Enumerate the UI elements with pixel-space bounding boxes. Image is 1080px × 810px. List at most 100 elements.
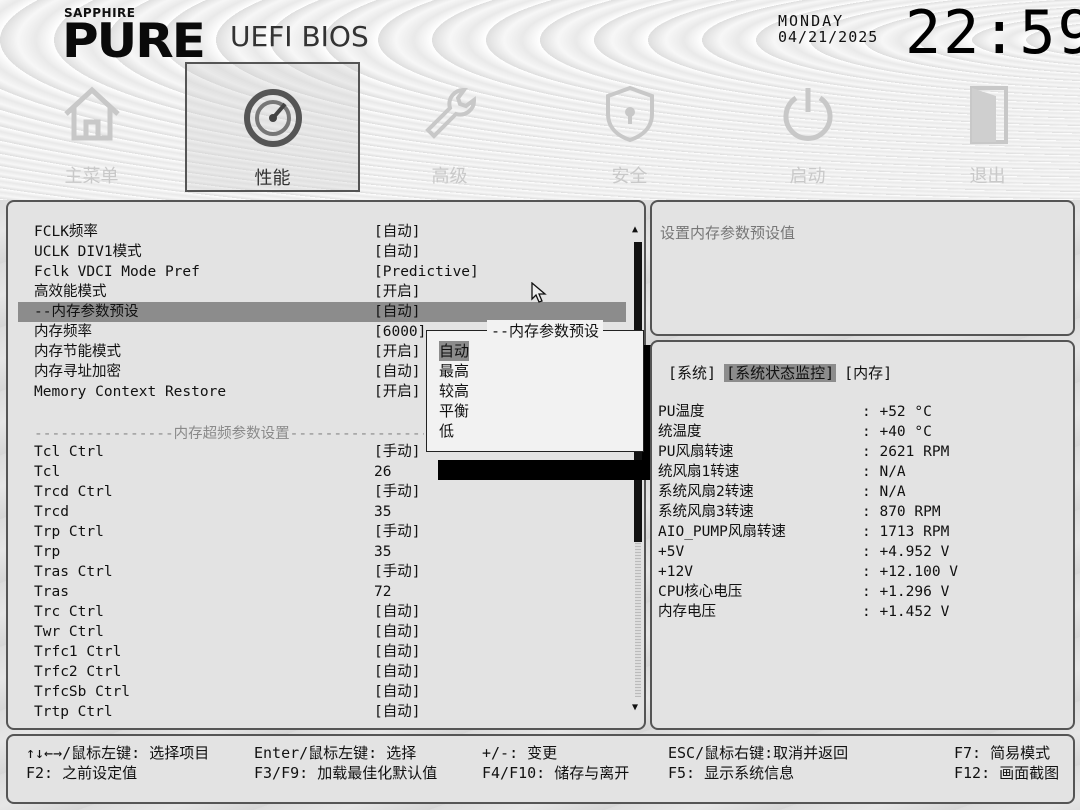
setting-label: UCLK DIV1模式 <box>34 244 142 260</box>
setting-label: Twr Ctrl <box>34 624 104 640</box>
scroll-up-arrow-icon[interactable]: ▲ <box>632 224 638 235</box>
setting-value: [手动] <box>374 444 421 460</box>
monitor-value: : +1.296 V <box>862 584 950 600</box>
home-icon <box>63 86 120 141</box>
setting-value: [6000] <box>374 324 427 340</box>
power-icon <box>783 88 832 141</box>
setting-value: [自动] <box>374 644 421 660</box>
setting-label: Trfc2 Ctrl <box>34 664 122 680</box>
help-text: 设置内存参数预设值 <box>660 224 796 242</box>
section-separator: ----------------内存超频参数设置---------------- <box>34 426 424 442</box>
brand-logo: PURE <box>62 13 206 69</box>
setting-label: FCLK频率 <box>34 224 98 240</box>
setting-value: [开启] <box>374 284 421 300</box>
setting-label: --内存参数预设 <box>34 304 139 320</box>
monitor-value: : 2621 RPM <box>862 444 950 460</box>
setting-label: 内存寻址加密 <box>34 364 121 380</box>
popup-title: --内存参数预设 <box>487 320 604 341</box>
hint-escape: ESC/鼠标右键:取消并返回 <box>668 744 849 762</box>
setting-label: 高效能模式 <box>34 284 107 300</box>
setting-label: 内存节能模式 <box>34 344 121 360</box>
monitor-label: 内存电压 <box>658 604 716 620</box>
clock-time: 22:59 <box>905 0 1080 68</box>
setting-label: Trc Ctrl <box>34 604 104 620</box>
setting-row-selected[interactable]: --内存参数预设 [自动] <box>18 302 626 322</box>
popup-option[interactable]: 最高 <box>439 361 469 381</box>
setting-label: Trfc1 Ctrl <box>34 644 122 660</box>
hint-screenshot: F12: 画面截图 <box>954 764 1060 782</box>
setting-label: Fclk VDCI Mode Pref <box>34 264 200 280</box>
setting-value: 35 <box>374 544 392 560</box>
monitor-value: : +40 °C <box>862 424 932 440</box>
monitor-label: 统风扇1转速 <box>658 464 740 480</box>
monitor-value: : N/A <box>862 484 906 500</box>
popup-option[interactable]: 自动 <box>439 341 470 361</box>
monitor-tab-system[interactable]: [系统] <box>668 364 716 382</box>
tab-label: 退出 <box>969 166 1006 187</box>
monitor-label: +5V <box>658 544 685 560</box>
setting-value: [自动] <box>374 624 421 640</box>
tab-security[interactable]: 安全 <box>542 62 717 192</box>
hint-save-exit: F4/F10: 储存与离开 <box>482 764 630 782</box>
monitor-value: : +4.952 V <box>862 544 950 560</box>
monitor-label: +12V <box>658 564 693 580</box>
popup-option[interactable]: 低 <box>439 421 454 441</box>
monitor-label: PU温度 <box>658 404 705 420</box>
hint-navigate: ↑↓←→/鼠标左键: 选择项目 <box>26 744 210 762</box>
setting-value: [自动] <box>374 364 421 380</box>
gauge-icon <box>243 89 302 147</box>
setting-value: 35 <box>374 504 392 520</box>
mouse-cursor-icon <box>531 282 547 303</box>
setting-value: 72 <box>374 584 392 600</box>
tab-exit[interactable]: 退出 <box>900 62 1075 192</box>
monitor-label: 系统风扇2转速 <box>658 484 754 500</box>
tab-label: 性能 <box>254 168 291 189</box>
setting-label: Tcl Ctrl <box>34 444 104 460</box>
help-panel: 设置内存参数预设值 <box>650 200 1075 336</box>
monitor-value: : +1.452 V <box>862 604 950 620</box>
monitor-panel: [系统] [系统状态监控] [内存] PU温度 : +52 °C 统温度 : +40 °… <box>650 340 1075 730</box>
hint-previous: F2: 之前设定值 <box>26 764 138 782</box>
monitor-value: : N/A <box>862 464 906 480</box>
setting-value: [自动] <box>374 684 421 700</box>
tab-advanced[interactable]: 高级 <box>362 62 537 192</box>
tab-boot[interactable]: 启动 <box>720 62 895 192</box>
setting-value: [自动] <box>374 244 421 260</box>
setting-value: [手动] <box>374 484 421 500</box>
hint-defaults: F3/F9: 加载最佳化默认值 <box>254 764 438 782</box>
clock-date: 04/21/2025 <box>778 28 879 46</box>
tab-label: 启动 <box>789 166 826 187</box>
exit-door-icon <box>969 86 1008 144</box>
monitor-value: : +52 °C <box>862 404 932 420</box>
monitor-tab-status[interactable]: [系统状态监控] <box>724 364 837 382</box>
tab-performance[interactable]: 性能 <box>185 62 360 192</box>
setting-value: [Predictive] <box>374 264 479 280</box>
monitor-tab-memory[interactable]: [内存] <box>844 364 892 382</box>
setting-label: Memory Context Restore <box>34 384 227 400</box>
key-hints-footer: ↑↓←→/鼠标左键: 选择项目 F2: 之前设定值 Enter/鼠标左键: 选择… <box>6 734 1075 804</box>
setting-value: [手动] <box>374 524 421 540</box>
brand-subtitle: UEFI BIOS <box>230 20 369 53</box>
setting-label: Tras Ctrl <box>34 564 113 580</box>
hint-enter: Enter/鼠标左键: 选择 <box>254 744 417 762</box>
monitor-tabs: [系统] [系统状态监控] [内存] <box>668 362 900 383</box>
setting-label: Tras <box>34 584 69 600</box>
hint-easy-mode: F7: 简易模式 <box>954 744 1051 762</box>
setting-label: Trcd Ctrl <box>34 484 113 500</box>
tab-label: 安全 <box>611 166 648 187</box>
popup-shadow <box>438 460 653 480</box>
monitor-label: 系统风扇3转速 <box>658 504 754 520</box>
setting-label: TrfcSb Ctrl <box>34 684 131 700</box>
setting-value: [手动] <box>374 564 421 580</box>
setting-label: Trtp Ctrl <box>34 704 113 720</box>
tab-main-menu[interactable]: 主菜单 <box>4 62 179 192</box>
setting-value: [自动] <box>374 604 421 620</box>
setting-label: 内存频率 <box>34 324 92 340</box>
scroll-down-arrow-icon[interactable]: ▼ <box>632 702 638 713</box>
monitor-label: PU风扇转速 <box>658 444 734 460</box>
monitor-label: 统温度 <box>658 424 702 440</box>
popup-option[interactable]: 较高 <box>439 381 469 401</box>
setting-label: Trp Ctrl <box>34 524 104 540</box>
setting-value: [开启] <box>374 384 421 400</box>
popup-option[interactable]: 平衡 <box>439 401 469 421</box>
